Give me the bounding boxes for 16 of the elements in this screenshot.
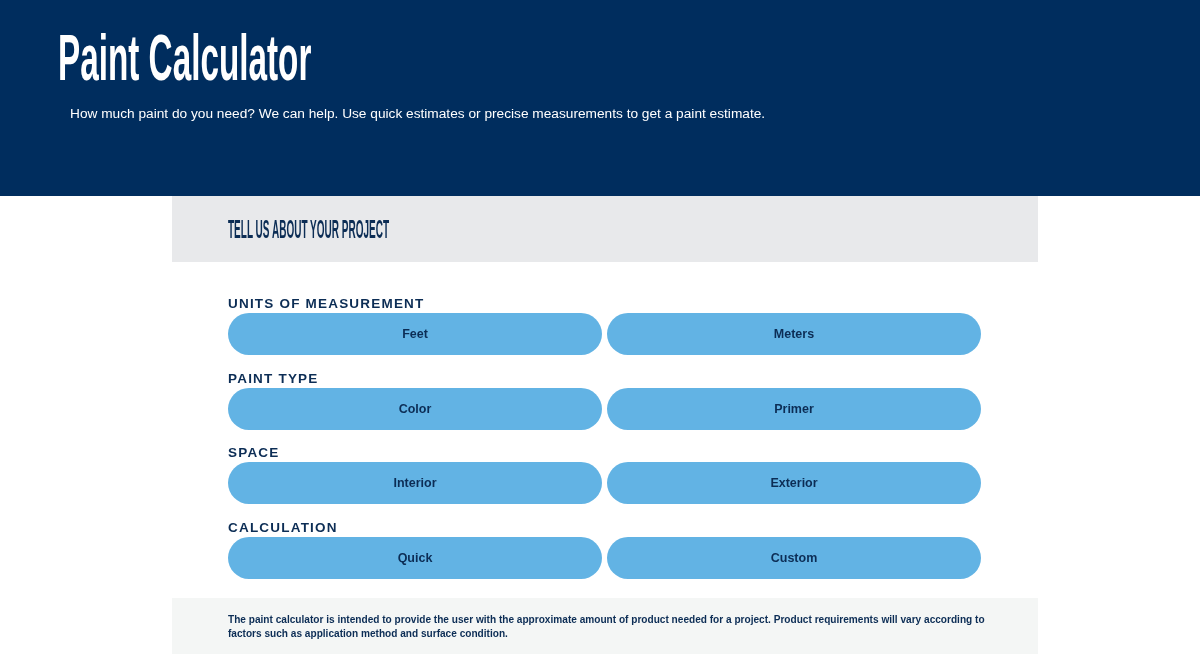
option-group-label: CALCULATION [228, 518, 338, 536]
option-group-label: SPACE [228, 444, 280, 461]
option-button[interactable]: Quick [228, 536, 602, 579]
option-group-label: UNITS OF MEASUREMENT [228, 295, 425, 312]
option-button[interactable]: Custom [607, 536, 981, 579]
option-button[interactable]: Interior [228, 462, 602, 504]
option-button[interactable]: Color [228, 387, 602, 430]
option-button[interactable]: Exterior [607, 462, 981, 504]
option-group-label: PAINT TYPE [228, 369, 319, 387]
page-subtitle: How much paint do you need? We can help. Use quick estimates or precise measurements to get a paint estimate. [70, 105, 766, 123]
disclaimer-text: The paint calculator is intended to provide the user with the approximate amount of product needed for a project. Product requirements will vary according to factors such as application method and surface condition. [228, 612, 986, 641]
option-button[interactable]: Meters [607, 313, 981, 355]
section-title: TELL US ABOUT YOUR PROJECT [228, 214, 390, 244]
option-button[interactable]: Feet [228, 313, 602, 355]
option-button[interactable]: Primer [607, 387, 981, 430]
page-title: Paint Calculator [58, 26, 312, 90]
